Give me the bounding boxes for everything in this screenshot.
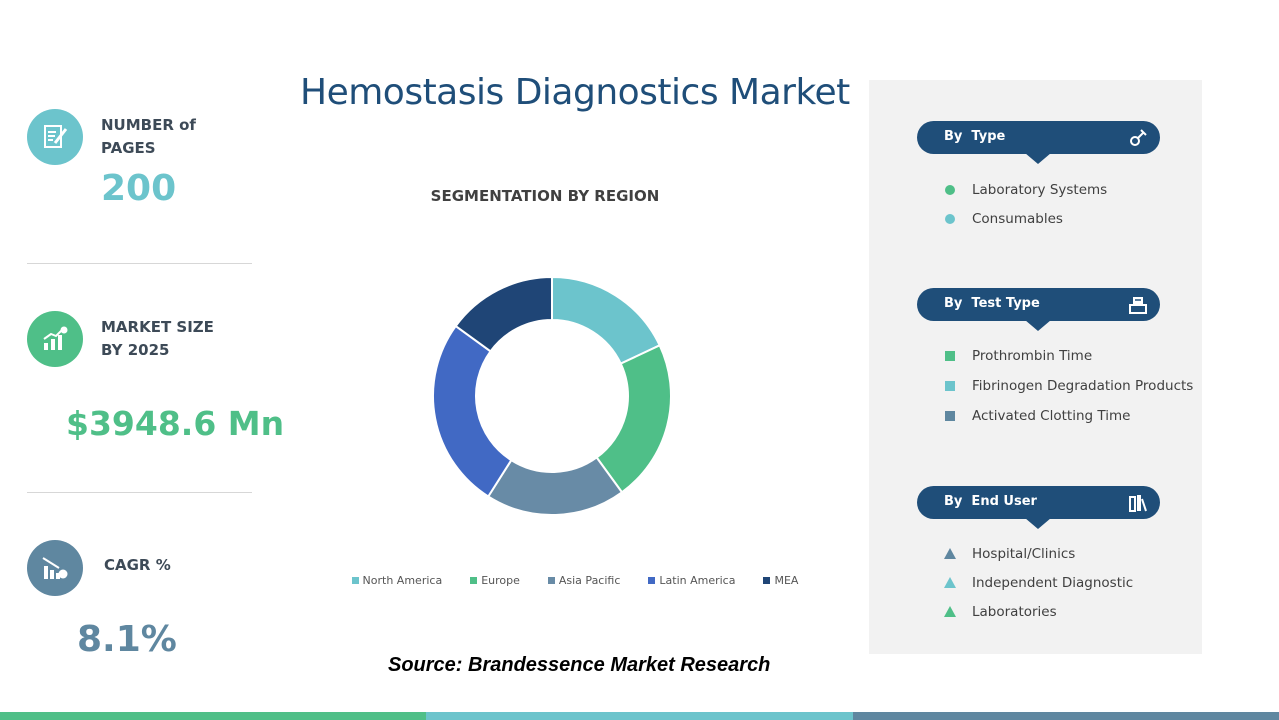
legend-label: Latin America bbox=[659, 574, 736, 587]
market-size-icon-circle bbox=[27, 311, 83, 367]
test-box-icon bbox=[1129, 297, 1147, 314]
legend-item: Europe bbox=[470, 574, 520, 587]
by-end-user-header: By End User bbox=[917, 486, 1160, 529]
segmentation-panel bbox=[869, 80, 1202, 654]
source-note: Source: Brandessence Market Research bbox=[388, 654, 771, 676]
legend-swatch bbox=[470, 577, 478, 584]
footer-bar-slate bbox=[853, 712, 1279, 720]
legend-item: North America bbox=[351, 574, 443, 587]
by-type-pointer bbox=[1025, 153, 1051, 164]
bullet-square bbox=[945, 381, 955, 391]
growth-chart-icon bbox=[43, 326, 68, 350]
market-size-label: MARKET SIZE BY 2025 bbox=[101, 318, 214, 359]
legend-swatch bbox=[763, 577, 771, 584]
divider bbox=[27, 492, 252, 493]
legend-item: Latin America bbox=[648, 574, 735, 587]
legend-swatch bbox=[351, 577, 359, 584]
by-end-user-pointer bbox=[1025, 518, 1051, 529]
bullet-square bbox=[945, 351, 955, 361]
cagr-icon-circle bbox=[27, 540, 83, 596]
legend-item: MEA bbox=[763, 574, 798, 587]
bullet-square bbox=[945, 411, 955, 421]
donut-slice-latin-america bbox=[432, 324, 513, 498]
bullet-dot bbox=[945, 214, 955, 224]
legend-swatch bbox=[648, 577, 656, 584]
bar-chart-dollar-icon bbox=[42, 557, 68, 579]
footer-bar-green bbox=[0, 712, 426, 720]
legend-label: Europe bbox=[481, 574, 520, 587]
donut-slice-north-america bbox=[551, 275, 662, 365]
bullet-dot bbox=[945, 185, 955, 195]
legend-label: North America bbox=[362, 574, 443, 587]
bullet-triangle bbox=[944, 606, 956, 617]
by-end-user-title: By End User bbox=[944, 494, 1037, 509]
bullet-triangle bbox=[944, 577, 956, 588]
legend-label: MEA bbox=[774, 574, 799, 587]
chart-legend: North America Europe Asia Pacific Latin Ame… bbox=[340, 574, 810, 587]
cagr-label: CAGR % bbox=[104, 556, 171, 574]
pages-value: 200 bbox=[101, 168, 177, 209]
legend-item: Asia Pacific bbox=[547, 574, 621, 587]
by-test-type-title: By Test Type bbox=[944, 296, 1040, 311]
building-icon bbox=[1129, 495, 1147, 512]
by-type-title: By Type bbox=[944, 129, 1006, 144]
chart-title: SEGMENTATION BY REGION bbox=[430, 187, 660, 205]
donut-slice-europe bbox=[595, 344, 672, 494]
legend-swatch bbox=[547, 577, 555, 584]
by-test-type-header: By Test Type bbox=[917, 288, 1160, 331]
footer-bar-teal bbox=[426, 712, 853, 720]
market-size-value: $3948.6 Mn bbox=[66, 404, 285, 443]
bullet-triangle bbox=[944, 548, 956, 559]
pages-label: NUMBER of PAGES bbox=[101, 116, 196, 157]
divider bbox=[27, 263, 252, 264]
document-edit-icon bbox=[44, 125, 68, 148]
legend-label: Asia Pacific bbox=[558, 574, 621, 587]
gear-wrench-icon bbox=[1130, 129, 1147, 146]
by-test-type-pointer bbox=[1025, 320, 1051, 331]
donut-chart bbox=[432, 275, 672, 516]
cagr-value: 8.1% bbox=[77, 619, 177, 660]
page-title: Hemostasis Diagnostics Market bbox=[300, 72, 850, 113]
by-type-header: By Type bbox=[917, 121, 1160, 164]
pages-icon-circle bbox=[27, 109, 83, 165]
